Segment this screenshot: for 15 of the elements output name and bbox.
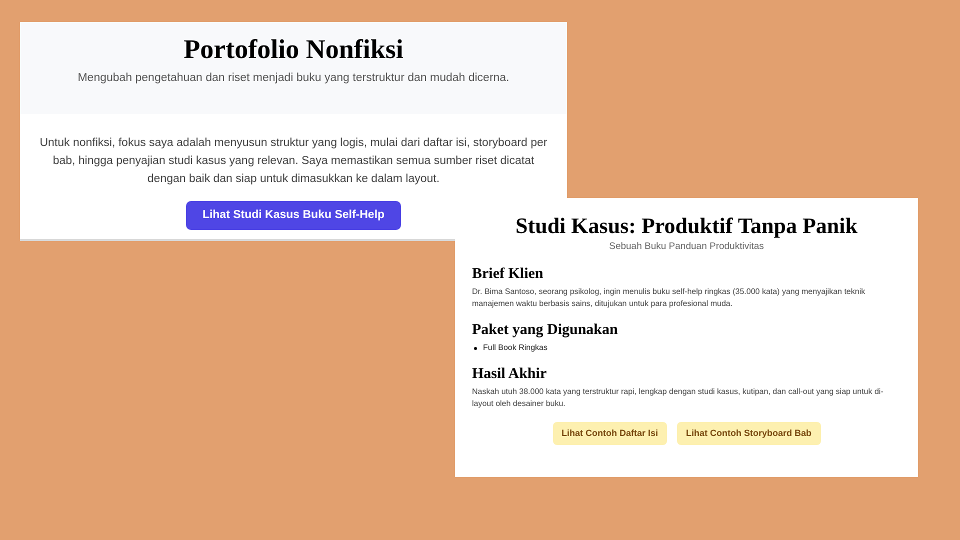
section-text: Naskah utuh 38.000 kata yang terstruktur rapi, lengkap dengan studi kasus, kutipan, dan call-out yang siap untuk di-layout oleh desainer buku. bbox=[472, 386, 884, 410]
case-study-subtitle: Sebuah Buku Panduan Produktivitas bbox=[608, 240, 765, 254]
intro-paragraph: Untuk nonfiksi, fokus saya adalah menyusun struktur yang logis, mulai dari daftar isi, storyboard per bab, hingga penyajian studi kasus yang relevan. Saya memastikan semua sumber riset dicatat dengan baik dan siap untuk dimasukkan ke dalam layout. bbox=[38, 136, 548, 187]
list-item: Full Book Ringkas bbox=[483, 342, 548, 354]
sample-button[interactable]: Lihat Contoh Daftar Isi bbox=[552, 422, 667, 446]
page-subtitle: Mengubah pengetahuan dan riset menjadi buku yang terstruktur dan mudah dicerna. bbox=[78, 71, 510, 86]
section-text: Dr. Bima Santoso, seorang psikolog, ingin menulis buku self-help ringkas (35.000 kata) yang menyajikan teknik manajemen waktu berbasis sains, ditujukan untuk para profesional muda. bbox=[472, 286, 866, 310]
section-heading: Brief Klien bbox=[472, 265, 544, 284]
sample-button[interactable]: Lihat Contoh Storyboard Bab bbox=[677, 422, 820, 446]
case-study-title: Studi Kasus: Produktif Tanpa Panik bbox=[514, 212, 858, 240]
section-heading: Paket yang Digunakan bbox=[472, 321, 619, 340]
case-study-button[interactable]: Lihat Studi Kasus Buku Self-Help bbox=[186, 201, 401, 230]
page-title: Portofolio Nonfiksi bbox=[184, 33, 404, 66]
bullet-icon bbox=[474, 346, 477, 350]
section-heading: Hasil Akhir bbox=[472, 365, 548, 384]
